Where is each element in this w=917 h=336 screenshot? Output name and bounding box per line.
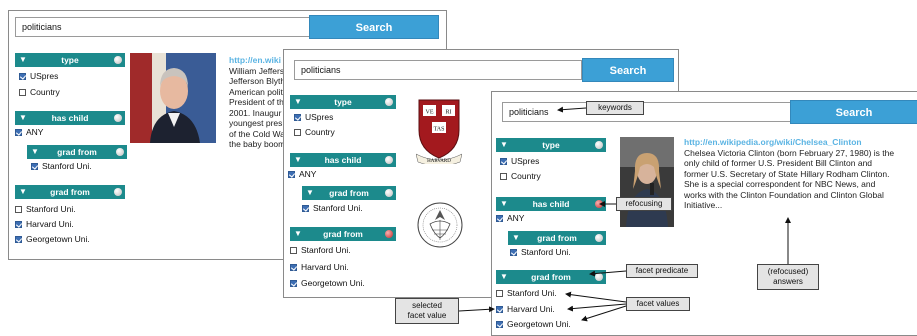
arrow-facet-predicate — [589, 270, 627, 277]
annotation-arrows — [458, 106, 791, 322]
arrow-facet-values-1 — [565, 291, 627, 303]
arrow-selected-facet-value — [458, 306, 495, 313]
arrow-keywords — [557, 106, 587, 113]
arrow-facet-values-3 — [581, 305, 627, 322]
